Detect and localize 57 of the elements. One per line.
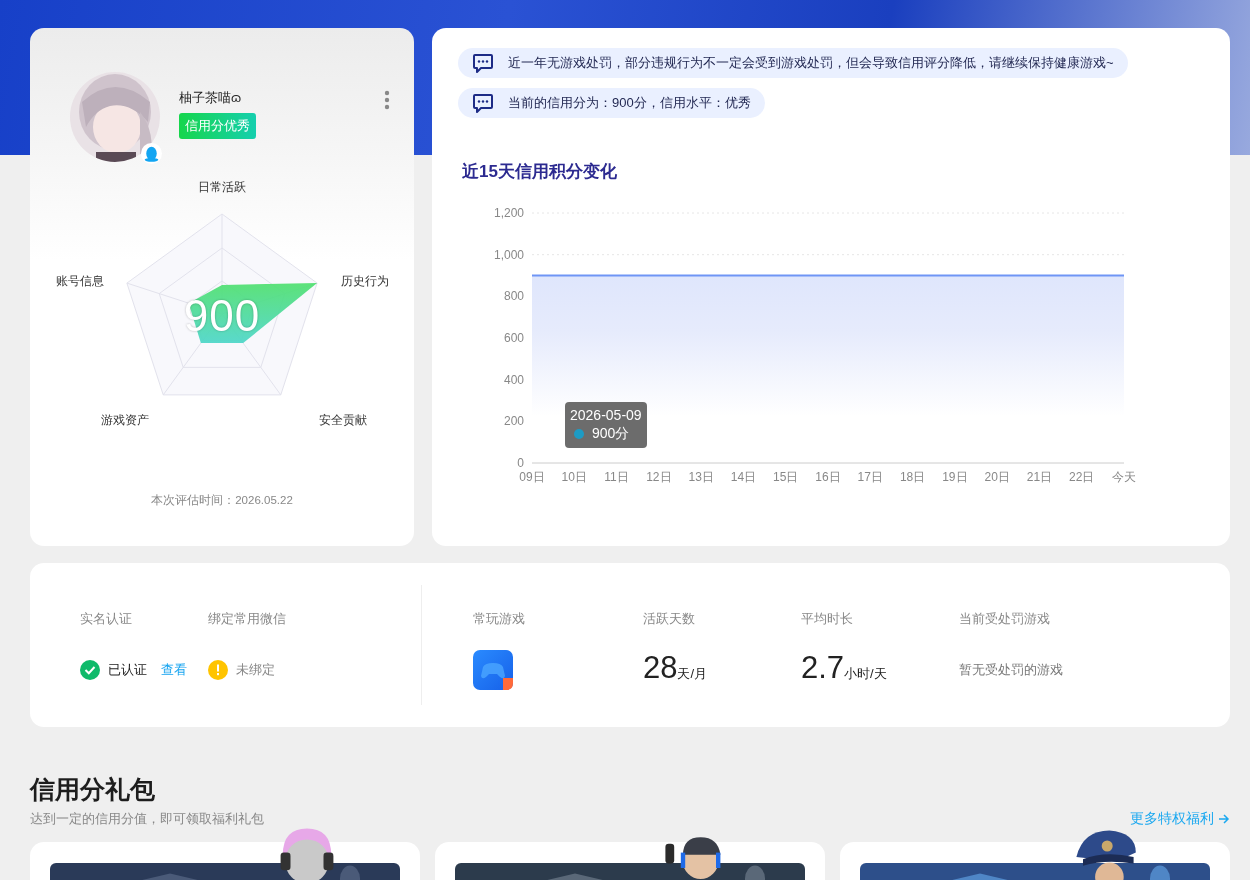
stat-label: 常玩游戏	[473, 610, 526, 628]
stat-label: 活跃天数	[643, 610, 696, 628]
y-tick-label: 400	[503, 372, 524, 387]
x-tick-label: 16日	[815, 470, 841, 484]
radar-label: 游戏资产	[101, 413, 149, 427]
x-tick-label: 21日	[1026, 470, 1053, 484]
chart-title: 近15天信用积分变化	[462, 161, 617, 183]
x-tick-label: 12日	[646, 470, 672, 484]
more-benefits-link[interactable]: 更多特权福利	[1130, 810, 1230, 828]
notice-text: 当前的信用分为：900分，信用水平：优秀	[508, 94, 751, 112]
arrow-icon	[1218, 813, 1230, 825]
x-tick-label: 14日	[730, 470, 757, 484]
section-title: 信用分礼包	[30, 774, 156, 805]
stat-label: 绑定常用微信	[208, 610, 286, 628]
y-tick-label: 800	[503, 289, 524, 304]
x-tick-label: 19日	[942, 470, 968, 484]
stat-label: 平均时长	[801, 610, 854, 628]
penalty-text: 暂无受处罚的游戏	[959, 661, 1063, 679]
radar-label: 安全贡献	[319, 413, 367, 427]
credit-badge: 信用分优秀	[179, 113, 256, 139]
x-tick-label: 22日	[1069, 470, 1095, 484]
user-name: 柚子茶喵ɷ	[179, 89, 242, 107]
evaluation-time: 本次评估时间：2026.05.22	[150, 493, 294, 508]
chat-icon	[472, 52, 494, 74]
gamepad-app-icon[interactable]	[473, 650, 513, 690]
x-tick-label: 20日	[984, 470, 1010, 484]
x-tick-label: 09日	[519, 470, 545, 484]
view-link[interactable]: 查看	[161, 661, 187, 679]
x-tick-label: 10日	[561, 470, 587, 484]
wechat-status: 未绑定	[236, 661, 275, 679]
tooltip-value: 900分	[592, 425, 630, 443]
verify-status: 已认证	[108, 661, 147, 679]
average-duration-value: 2.7	[801, 650, 845, 686]
x-tick-label: 13日	[688, 470, 714, 484]
x-tick-label: 18日	[899, 470, 926, 484]
unit-label: 小时/天	[844, 666, 887, 683]
stat-label: 当前受处罚游戏	[959, 610, 1051, 628]
x-tick-label: 15日	[773, 470, 799, 484]
y-tick-label: 600	[503, 331, 524, 345]
active-days-value: 28	[643, 650, 678, 686]
more-icon[interactable]	[384, 90, 390, 110]
x-tick-label: 11日	[604, 470, 629, 484]
y-tick-label: 1,000	[493, 247, 524, 262]
tooltip-date: 2026-05-09	[570, 407, 642, 423]
radar-label: 账号信息	[56, 274, 104, 288]
y-tick-label: 200	[503, 414, 524, 429]
x-tick-label: 17日	[857, 470, 883, 484]
chat-icon	[472, 92, 494, 114]
unit-label: 天/月	[677, 665, 708, 683]
series-dot-icon	[574, 429, 584, 439]
radar-label: 历史行为	[341, 274, 389, 288]
x-tick-label: 今天	[1112, 470, 1136, 484]
radar-label: 日常活跃	[198, 180, 246, 194]
stat-label: 实名认证	[80, 610, 133, 628]
y-tick-label: 1,200	[493, 206, 524, 220]
notice-text: 近一年无游戏处罚，部分违规行为不一定会受到游戏处罚，但会导致信用评分降低，请继续保持健康游戏~	[508, 54, 1114, 72]
y-tick-label: 0	[517, 456, 524, 470]
